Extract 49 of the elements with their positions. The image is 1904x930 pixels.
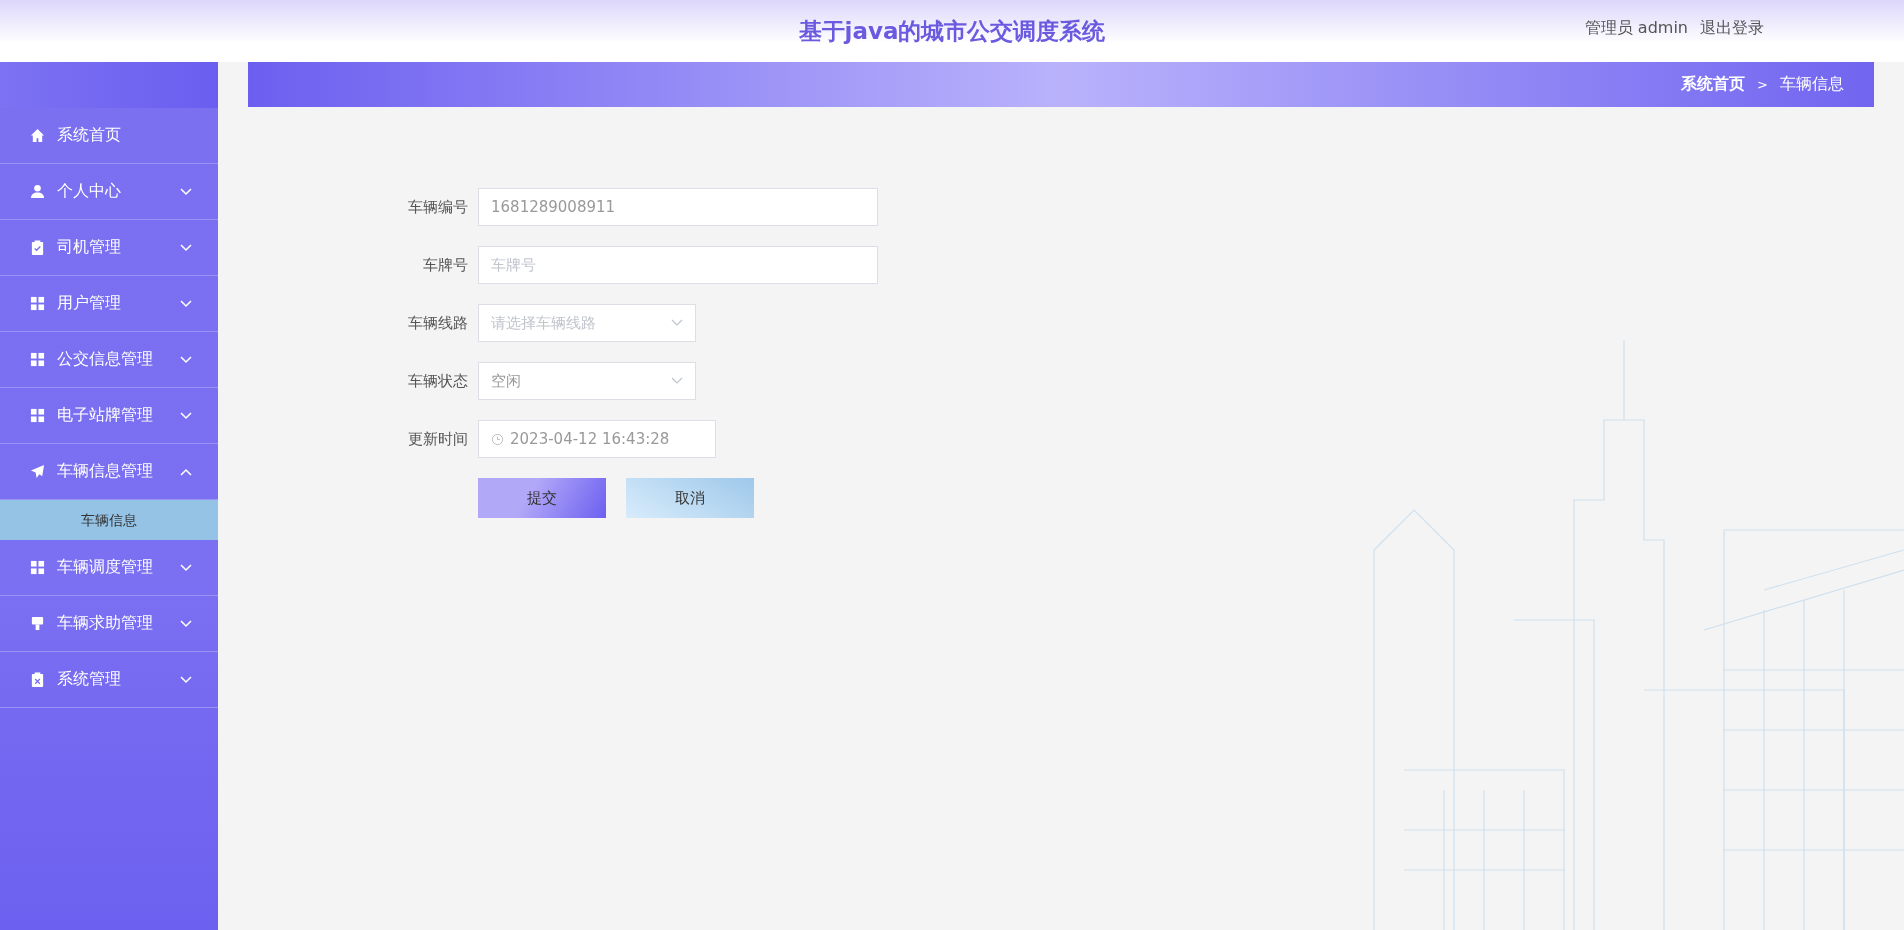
app-title: 基于java的城市公交调度系统: [798, 16, 1106, 46]
chevron-icon: [671, 319, 683, 327]
chevron-down-icon: [180, 563, 192, 572]
sidebar-item[interactable]: 个人中心: [0, 164, 218, 220]
breadcrumb-separator: >: [1757, 77, 1768, 92]
chevron-down-icon: [180, 619, 192, 628]
sidebar-item[interactable]: 公交信息管理: [0, 332, 218, 388]
field-label: 车辆编号: [407, 197, 468, 217]
chevron-down-icon: [180, 299, 192, 308]
sidebar-item[interactable]: 系统首页: [0, 108, 218, 164]
sidebar-subitem[interactable]: 车辆信息: [0, 500, 218, 540]
field-label: 车辆线路: [407, 313, 468, 333]
clipboard-check-icon: [30, 240, 45, 255]
grid-icon: [30, 408, 45, 423]
paper-plane-icon: [30, 464, 45, 479]
input-field[interactable]: 车牌号: [478, 246, 878, 284]
dropdown-field[interactable]: 空闲: [478, 362, 696, 400]
chevron-down-icon: [180, 243, 192, 252]
home-icon: [30, 128, 45, 143]
cancel-button[interactable]: 取消: [626, 478, 754, 518]
clock-icon: [491, 432, 504, 446]
breadcrumb-link[interactable]: 系统首页: [1681, 74, 1746, 95]
date-field[interactable]: 2023-04-12 16:43:28: [478, 420, 716, 458]
sidebar-item[interactable]: 系统管理: [0, 652, 218, 708]
field-label: 车辆状态: [407, 371, 468, 391]
field-label: 更新时间: [407, 429, 468, 449]
clipboard-x-icon: [30, 672, 45, 687]
chevron-down-icon: [180, 675, 192, 684]
sidebar-item[interactable]: 司机管理: [0, 220, 218, 276]
sidebar-item[interactable]: 电子站牌管理: [0, 388, 218, 444]
submit-button[interactable]: 提交: [478, 478, 606, 518]
chevron-icon: [671, 377, 683, 385]
sidebar-item[interactable]: 车辆调度管理: [0, 540, 218, 596]
brush-icon: [30, 616, 45, 631]
chevron-down-icon: [180, 187, 192, 196]
grid-icon: [30, 352, 45, 367]
sidebar-item[interactable]: 用户管理: [0, 276, 218, 332]
sidebar-item[interactable]: 车辆求助管理: [0, 596, 218, 652]
user-label: 管理员 admin: [1584, 18, 1688, 39]
field-label: 车牌号: [422, 255, 468, 275]
logout-link[interactable]: 退出登录: [1700, 18, 1764, 39]
chevron-down-icon: [180, 411, 192, 420]
chevron-up-icon: [180, 467, 192, 476]
user-icon: [30, 184, 45, 199]
grid-icon: [30, 296, 45, 311]
grid-icon: [30, 560, 45, 575]
chevron-down-icon: [180, 355, 192, 364]
input-field[interactable]: 1681289008911: [478, 188, 878, 226]
breadcrumb-link[interactable]: 车辆信息: [1780, 74, 1844, 95]
